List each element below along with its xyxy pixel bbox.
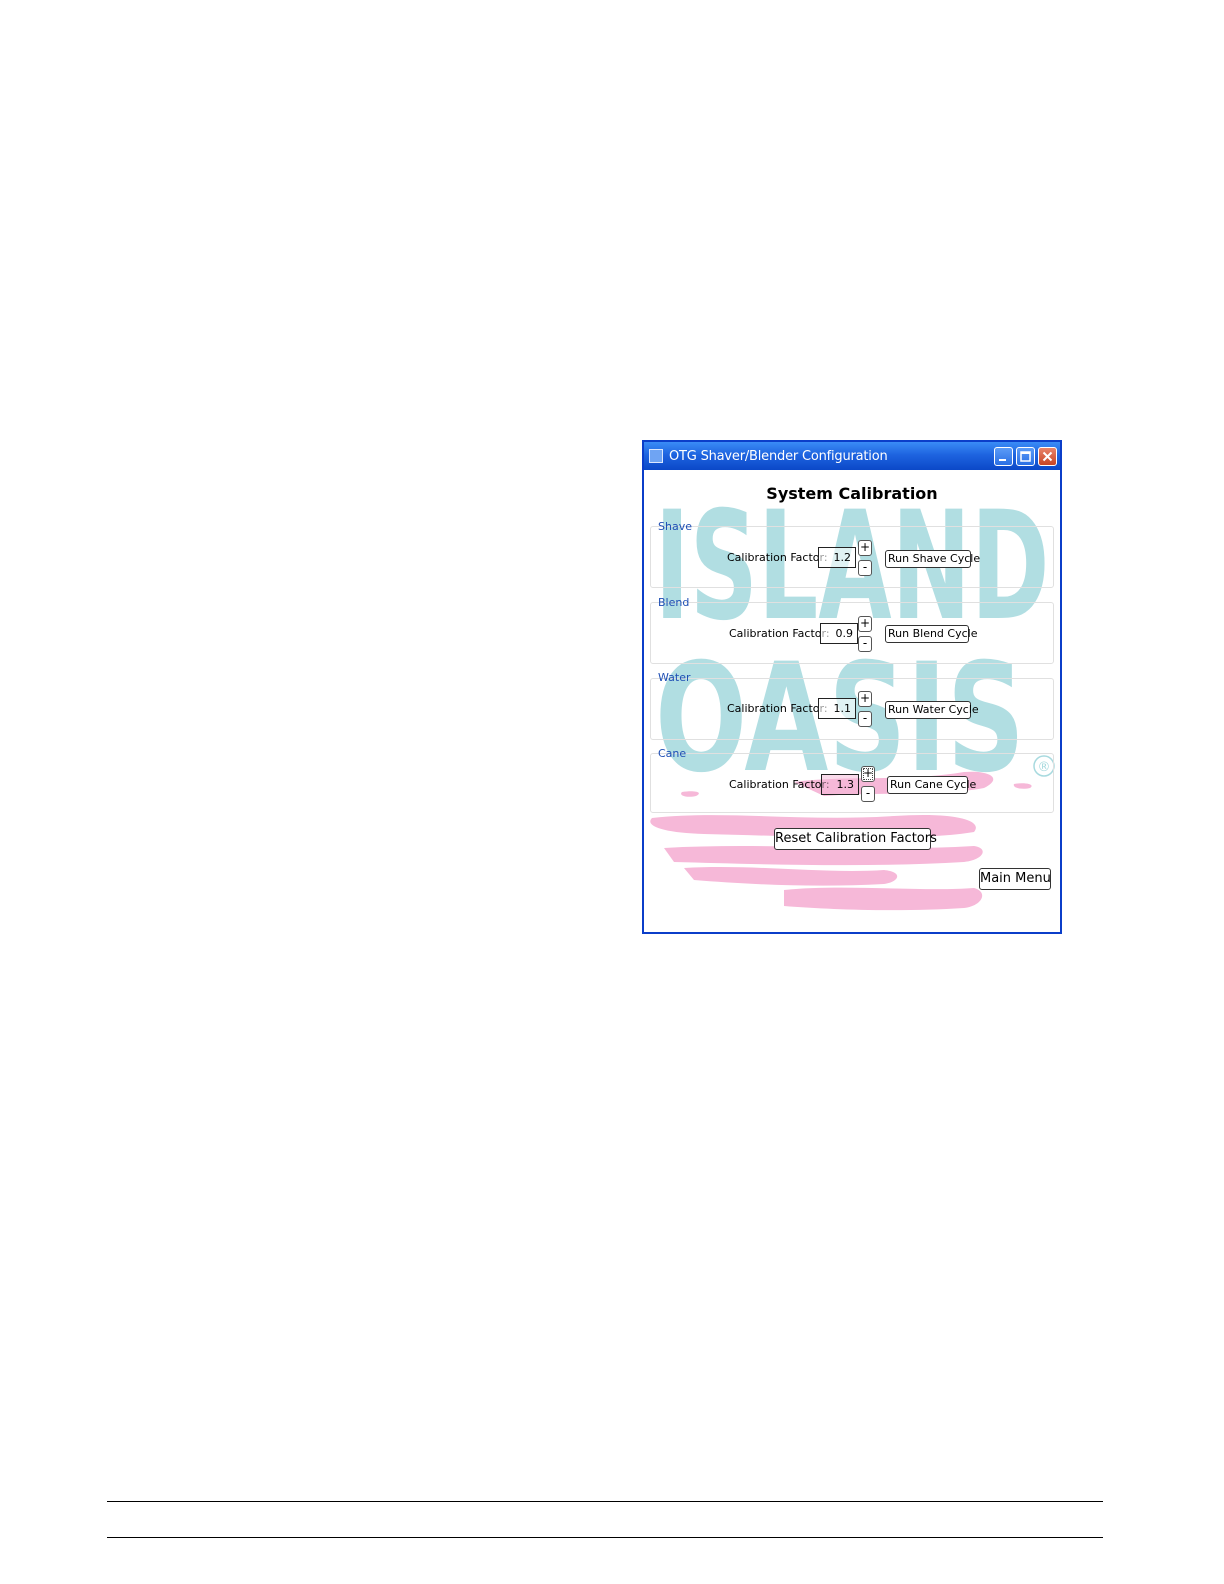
run-cane-cycle-button[interactable]: Run Cane Cycle bbox=[887, 776, 976, 794]
shave-decrement-button[interactable]: - bbox=[858, 560, 872, 576]
water-increment-button[interactable]: + bbox=[858, 691, 872, 707]
water-factor-label: Calibration Factor: bbox=[727, 702, 828, 715]
run-water-cycle-button[interactable]: Run Water Cycle bbox=[885, 701, 979, 719]
cane-decrement-button[interactable]: - bbox=[861, 786, 875, 802]
maximize-icon bbox=[1020, 451, 1031, 462]
cane-group-label: Cane bbox=[658, 747, 687, 760]
blend-factor-label: Calibration Factor: bbox=[729, 627, 830, 640]
client-area: ISLAND OASIS ® System Calibration Shave … bbox=[644, 470, 1060, 932]
water-group-label: Water bbox=[658, 671, 691, 684]
minimize-icon bbox=[999, 459, 1006, 461]
window-title: OTG Shaver/Blender Configuration bbox=[669, 449, 888, 464]
cane-increment-button[interactable]: + bbox=[861, 766, 875, 782]
water-decrement-button[interactable]: - bbox=[858, 711, 872, 727]
shave-group-label: Shave bbox=[658, 520, 692, 533]
close-button[interactable] bbox=[1038, 447, 1057, 466]
shave-factor-field[interactable]: 1.2 bbox=[818, 547, 856, 568]
calibration-window: OTG Shaver/Blender Configuration ISLAND … bbox=[642, 440, 1062, 934]
shave-increment-button[interactable]: + bbox=[858, 540, 872, 556]
page-title: System Calibration bbox=[766, 484, 938, 503]
run-blend-cycle-button[interactable]: Run Blend Cycle bbox=[885, 625, 977, 643]
water-factor-field[interactable]: 1.1 bbox=[818, 698, 856, 719]
footer-rule-top bbox=[107, 1501, 1103, 1502]
blend-factor-field[interactable]: 0.9 bbox=[820, 623, 858, 644]
title-bar[interactable]: OTG Shaver/Blender Configuration bbox=[644, 442, 1060, 470]
app-icon bbox=[649, 449, 663, 463]
main-menu-button[interactable]: Main Menu bbox=[979, 868, 1051, 890]
minimize-button[interactable] bbox=[994, 447, 1013, 466]
blend-decrement-button[interactable]: - bbox=[858, 636, 872, 652]
reset-calibration-factors-button[interactable]: Reset Calibration Factors bbox=[774, 828, 937, 850]
maximize-button[interactable] bbox=[1016, 447, 1035, 466]
cane-factor-label: Calibration Factor: bbox=[729, 778, 830, 791]
cane-factor-field[interactable]: 1.3 bbox=[821, 774, 859, 795]
blend-increment-button[interactable]: + bbox=[858, 616, 872, 632]
close-icon bbox=[1042, 451, 1053, 462]
footer-rule-bottom bbox=[107, 1537, 1103, 1538]
run-shave-cycle-button[interactable]: Run Shave Cycle bbox=[885, 550, 980, 568]
blend-group-label: Blend bbox=[658, 596, 690, 609]
shave-factor-label: Calibration Factor: bbox=[727, 551, 828, 564]
